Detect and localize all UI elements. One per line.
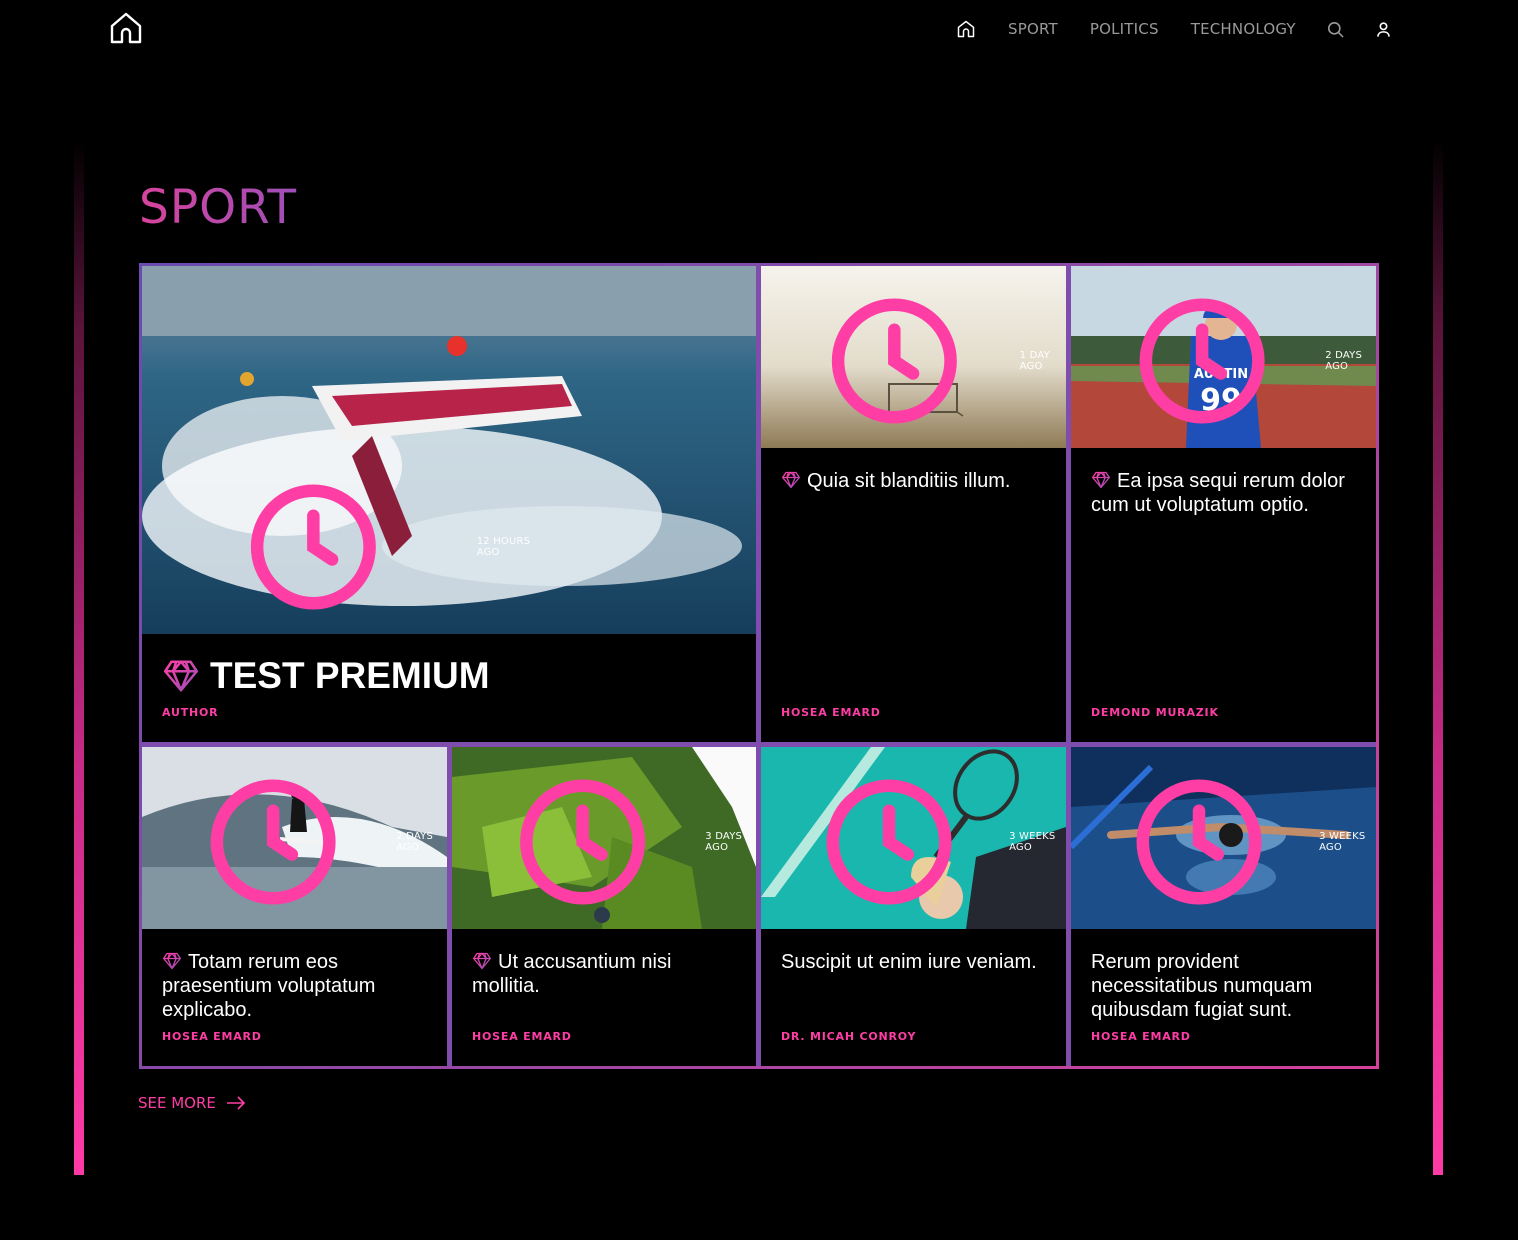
- section-title: SPORT: [139, 180, 298, 235]
- swimmer-photo: 3 WEEKS AGO: [1071, 747, 1376, 929]
- nav-link-technology[interactable]: TECHNOLOGY: [1191, 20, 1296, 38]
- article-time: 1 DAY AGO: [775, 286, 1066, 436]
- user-icon[interactable]: [1374, 19, 1394, 39]
- baseball-kid-photo: AUSTIN 99 2 DAYS AGO: [1071, 266, 1376, 448]
- premium-gem-icon: [1091, 470, 1111, 490]
- clock-icon: [775, 286, 1014, 436]
- article-time: 2 DAYS AGO: [156, 767, 447, 917]
- clock-icon: [156, 472, 471, 622]
- article-grid: 12 HOURS AGO TEST PREMIUM AUTHOR 1 DAY A…: [142, 266, 1376, 1066]
- article-title[interactable]: Rerum provident necessitatibus numquam q…: [1091, 950, 1360, 1022]
- article-card[interactable]: 2 DAYS AGO Totam rerum eos praesentium v…: [142, 747, 447, 1066]
- article-card-featured[interactable]: 12 HOURS AGO TEST PREMIUM AUTHOR: [142, 266, 756, 742]
- article-title[interactable]: Ut accusantium nisi mollitia.: [472, 950, 740, 998]
- article-card[interactable]: 1 DAY AGO Quia sit blanditiis illum. HOS…: [761, 266, 1066, 742]
- article-title[interactable]: Quia sit blanditiis illum.: [781, 469, 1050, 493]
- site-logo-home-icon[interactable]: [109, 11, 143, 45]
- see-more-label: SEE MORE: [138, 1094, 216, 1112]
- article-author[interactable]: HOSEA EMARD: [162, 1030, 262, 1043]
- nav-link-sport[interactable]: SPORT: [1008, 20, 1058, 38]
- see-more-link[interactable]: SEE MORE: [138, 1094, 246, 1112]
- article-author[interactable]: HOSEA EMARD: [1091, 1030, 1191, 1043]
- clock-icon: [466, 767, 699, 917]
- tennis-player-photo: 3 WEEKS AGO: [761, 747, 1066, 929]
- premium-gem-icon: [162, 657, 200, 695]
- clock-icon: [1085, 286, 1319, 436]
- article-author[interactable]: DR. MICAH CONROY: [781, 1030, 916, 1043]
- surfer-photo: 2 DAYS AGO: [142, 747, 447, 929]
- article-title[interactable]: Ea ipsa sequi rerum dolor cum ut volupta…: [1091, 469, 1360, 517]
- clock-icon: [775, 767, 1003, 917]
- clock-icon: [156, 767, 390, 917]
- nav-link-politics[interactable]: POLITICS: [1090, 20, 1159, 38]
- main-nav: SPORT POLITICS TECHNOLOGY: [956, 14, 1394, 44]
- foggy-soccer-goal-photo: 1 DAY AGO: [761, 266, 1066, 448]
- article-card[interactable]: 3 DAYS AGO Ut accusantium nisi mollitia.…: [452, 747, 756, 1066]
- article-author[interactable]: AUTHOR: [162, 706, 218, 719]
- right-accent-bar: [1433, 140, 1443, 1175]
- premium-gem-icon: [472, 951, 492, 971]
- article-card[interactable]: AUSTIN 99 2 DAYS AGO Ea ipsa sequi rerum…: [1071, 266, 1376, 742]
- clock-icon: [1085, 767, 1313, 917]
- search-icon[interactable]: [1326, 19, 1346, 39]
- nav-home-icon[interactable]: [956, 18, 978, 40]
- article-author[interactable]: HOSEA EMARD: [781, 706, 881, 719]
- article-title[interactable]: Suscipit ut enim iure veniam.: [781, 950, 1050, 974]
- left-accent-bar: [74, 140, 84, 1175]
- article-time: 2 DAYS AGO: [1085, 286, 1376, 436]
- article-time: 3 WEEKS AGO: [775, 767, 1066, 917]
- article-time: 3 WEEKS AGO: [1085, 767, 1376, 917]
- article-card[interactable]: 3 WEEKS AGO Rerum provident necessitatib…: [1071, 747, 1376, 1066]
- article-title[interactable]: Totam rerum eos praesentium voluptatum e…: [162, 950, 431, 1022]
- mossy-cliff-photo: 3 DAYS AGO: [452, 747, 756, 929]
- arrow-right-icon: [226, 1096, 246, 1110]
- article-time: 3 DAYS AGO: [466, 767, 756, 917]
- article-time: 12 HOURS AGO: [156, 472, 542, 622]
- article-author[interactable]: DEMOND MURAZIK: [1091, 706, 1219, 719]
- article-author[interactable]: HOSEA EMARD: [472, 1030, 572, 1043]
- article-grid-frame: 12 HOURS AGO TEST PREMIUM AUTHOR 1 DAY A…: [139, 263, 1379, 1069]
- article-card[interactable]: 3 WEEKS AGO Suscipit ut enim iure veniam…: [761, 747, 1066, 1066]
- article-title[interactable]: TEST PREMIUM: [162, 656, 740, 696]
- premium-gem-icon: [162, 951, 182, 971]
- premium-gem-icon: [781, 470, 801, 490]
- jet-ski-photo: 12 HOURS AGO: [142, 266, 756, 634]
